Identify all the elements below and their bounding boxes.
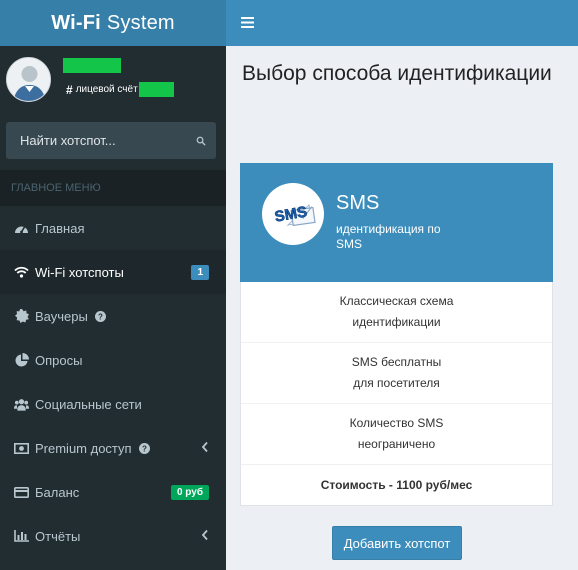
- sidebar-item-social[interactable]: Социальные сети: [0, 382, 226, 426]
- credit-card-icon: [14, 485, 29, 500]
- sidebar-item-label: Отчёты: [35, 528, 81, 544]
- certificate-icon: [14, 309, 29, 324]
- users-icon: [14, 397, 29, 412]
- sidebar-item-polls[interactable]: Опросы: [0, 338, 226, 382]
- sidebar-item-premium[interactable]: Premium доступ ?: [0, 426, 226, 470]
- help-icon[interactable]: ?: [138, 442, 150, 454]
- sidebar-item-balance[interactable]: Баланс 0 руб: [0, 470, 226, 514]
- sidebar: Wi-FiSystem # лицевой счёт ГЛАВНОЕ МЕНЮ: [0, 0, 226, 570]
- help-icon[interactable]: ?: [94, 310, 106, 322]
- feature-row: Классическая схема идентификации: [241, 282, 552, 343]
- card-title: SMS: [336, 192, 380, 214]
- feature-line: Количество SMS: [349, 416, 444, 430]
- sidebar-item-label: Опросы: [35, 352, 83, 368]
- sidebar-item-main[interactable]: Главная: [0, 206, 226, 250]
- sidebar-item-vouchers[interactable]: Ваучеры ?: [0, 294, 226, 338]
- sidebar-item-label: Premium доступ: [35, 440, 132, 456]
- account-value-redacted: [138, 82, 174, 97]
- chevron-left-icon[interactable]: [201, 529, 209, 541]
- menu-header: ГЛАВНОЕ МЕНЮ: [0, 170, 226, 206]
- hash-icon: #: [66, 82, 73, 97]
- avatar: [6, 57, 51, 102]
- feature-line: неограничено: [357, 437, 436, 451]
- menu-toggle-icon[interactable]: [241, 17, 254, 28]
- feature-line: идентификации: [352, 315, 441, 329]
- bar-chart-icon: [14, 529, 29, 544]
- logo-rest: System: [106, 11, 175, 34]
- search-input[interactable]: [20, 133, 196, 148]
- account-number: # лицевой счёт: [66, 82, 174, 97]
- sidebar-item-label: Социальные сети: [35, 396, 142, 412]
- hotspots-count-badge: 1: [191, 265, 209, 280]
- svg-text:?: ?: [98, 312, 103, 321]
- wifi-icon: [14, 265, 29, 280]
- sidebar-item-reports[interactable]: Отчёты: [0, 514, 226, 558]
- sidebar-item-hotspots[interactable]: Wi-Fi хотспоты 1: [0, 250, 226, 294]
- money-icon: [14, 441, 29, 456]
- card-subtitle: идентификация по SMS: [336, 222, 441, 251]
- sidebar-item-label: Главная: [35, 220, 85, 236]
- dashboard-icon: [14, 221, 29, 236]
- price-label: Стоимость - 1100 руб/мес: [320, 478, 473, 492]
- account-label: лицевой счёт: [75, 84, 138, 95]
- sidebar-item-label: Ваучеры: [35, 308, 88, 324]
- add-hotspot-button[interactable]: Добавить хотспот: [332, 526, 462, 560]
- sidebar-menu: Главная Wi-Fi хотспоты 1 Ваучеры ? Опрос…: [0, 206, 226, 558]
- page-title: Выбор способа идентификации: [242, 62, 552, 85]
- search-icon[interactable]: [196, 133, 206, 149]
- sms-logo-icon: SMS: [262, 183, 324, 245]
- pie-chart-icon: [14, 353, 29, 368]
- sms-plan-card: SMS SMS идентификация по SMS Классическа…: [240, 163, 553, 506]
- sidebar-item-label: Wi-Fi хотспоты: [35, 264, 124, 280]
- feature-line: для посетителя: [353, 376, 440, 390]
- user-name-redacted: [63, 58, 121, 73]
- balance-badge: 0 руб: [170, 485, 209, 500]
- chevron-left-icon[interactable]: [201, 441, 209, 453]
- feature-row: Количество SMS неограничено: [241, 404, 552, 465]
- card-header: SMS SMS идентификация по SMS: [240, 163, 553, 282]
- feature-row: SMS бесплатны для посетителя: [241, 343, 552, 404]
- app-logo[interactable]: Wi-Fi System: [0, 0, 226, 46]
- svg-text:?: ?: [142, 444, 147, 453]
- feature-line: Классическая схема: [339, 294, 454, 308]
- top-navbar: [226, 0, 578, 46]
- feature-line: SMS бесплатны: [351, 355, 442, 369]
- sidebar-item-label: Баланс: [35, 484, 80, 500]
- logo-bold: Wi-Fi: [51, 11, 101, 34]
- user-panel: # лицевой счёт: [0, 46, 226, 115]
- search-box: [6, 122, 216, 159]
